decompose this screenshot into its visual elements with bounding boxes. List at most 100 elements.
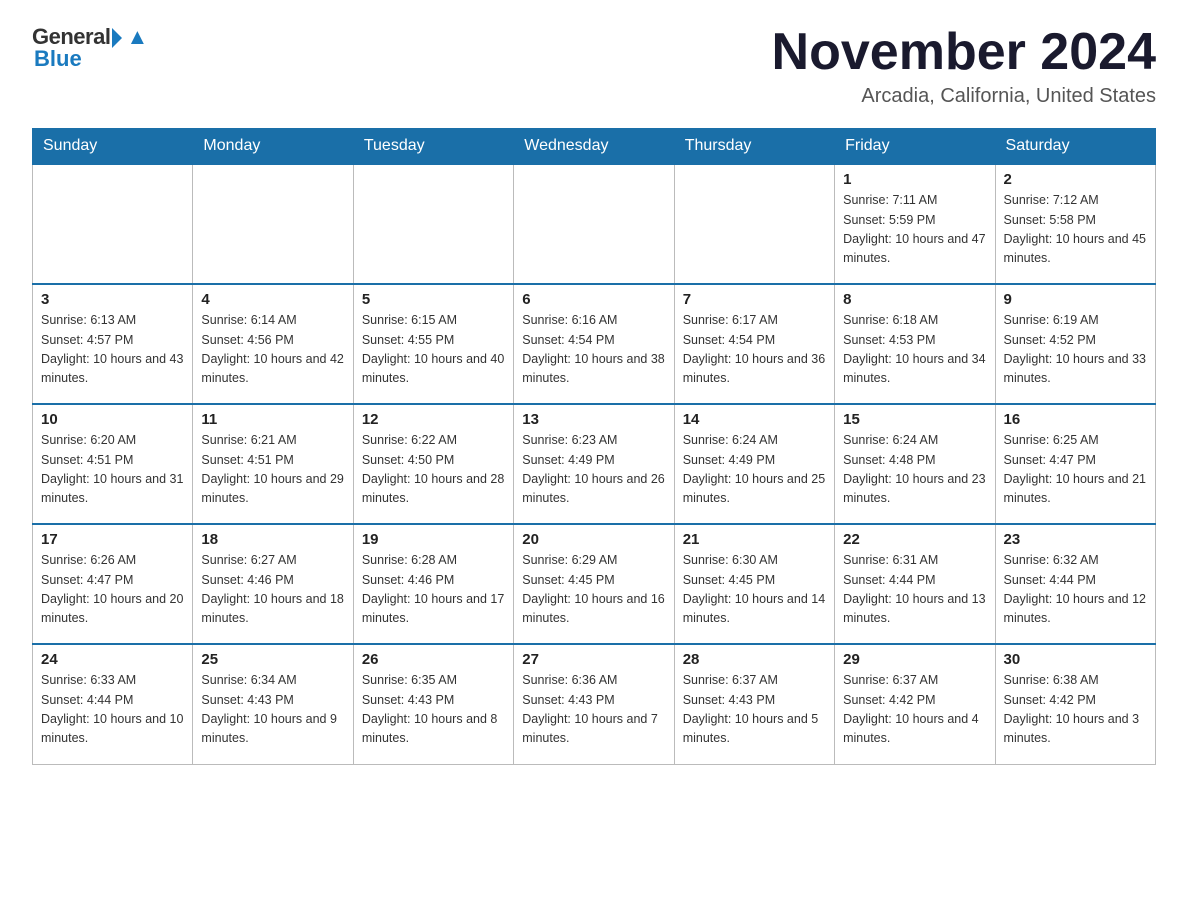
day-info: Sunrise: 6:31 AMSunset: 4:44 PMDaylight:… bbox=[843, 551, 986, 629]
calendar-cell: 7Sunrise: 6:17 AMSunset: 4:54 PMDaylight… bbox=[674, 284, 834, 404]
day-info: Sunrise: 6:19 AMSunset: 4:52 PMDaylight:… bbox=[1004, 311, 1147, 389]
day-info: Sunrise: 6:36 AMSunset: 4:43 PMDaylight:… bbox=[522, 671, 665, 749]
weekday-header-monday: Monday bbox=[193, 129, 353, 165]
day-info: Sunrise: 6:16 AMSunset: 4:54 PMDaylight:… bbox=[522, 311, 665, 389]
day-info: Sunrise: 6:23 AMSunset: 4:49 PMDaylight:… bbox=[522, 431, 665, 509]
month-title: November 2024 bbox=[772, 24, 1156, 81]
day-number: 24 bbox=[41, 651, 184, 668]
day-number: 2 bbox=[1004, 171, 1147, 188]
weekday-header-friday: Friday bbox=[835, 129, 995, 165]
day-number: 30 bbox=[1004, 651, 1147, 668]
day-info: Sunrise: 6:28 AMSunset: 4:46 PMDaylight:… bbox=[362, 551, 505, 629]
calendar-cell bbox=[514, 164, 674, 284]
logo-arrow-icon bbox=[112, 28, 122, 48]
calendar-week-row: 24Sunrise: 6:33 AMSunset: 4:44 PMDayligh… bbox=[33, 644, 1156, 764]
calendar-cell bbox=[353, 164, 513, 284]
day-info: Sunrise: 7:11 AMSunset: 5:59 PMDaylight:… bbox=[843, 191, 986, 269]
calendar-cell: 8 Sunrise: 6:18 AMSunset: 4:53 PMDaylight… bbox=[835, 284, 995, 404]
day-info: Sunrise: 6:38 AMSunset: 4:42 PMDaylight:… bbox=[1004, 671, 1147, 749]
day-info: Sunrise: 6:14 AMSunset: 4:56 PMDaylight:… bbox=[201, 311, 344, 389]
day-number: 18 bbox=[201, 531, 344, 548]
day-number: 17 bbox=[41, 531, 184, 548]
day-info: Sunrise: 6:27 AMSunset: 4:46 PMDaylight:… bbox=[201, 551, 344, 629]
calendar-cell: 4Sunrise: 6:14 AMSunset: 4:56 PMDaylight… bbox=[193, 284, 353, 404]
calendar-cell: 24Sunrise: 6:33 AMSunset: 4:44 PMDayligh… bbox=[33, 644, 193, 764]
day-info: Sunrise: 6:24 AMSunset: 4:48 PMDaylight:… bbox=[843, 431, 986, 509]
calendar-cell: 20 Sunrise: 6:29 AMSunset: 4:45 PMDayligh… bbox=[514, 524, 674, 644]
day-number: 6 bbox=[522, 291, 665, 308]
day-number: 7 bbox=[683, 291, 826, 308]
day-info: Sunrise: 6:30 AMSunset: 4:45 PMDaylight:… bbox=[683, 551, 826, 629]
page-header: General ▲ Blue November 2024 Arcadia, Ca… bbox=[32, 24, 1156, 108]
calendar-week-row: 17 Sunrise: 6:26 AMSunset: 4:47 PMDayligh… bbox=[33, 524, 1156, 644]
calendar-cell: 6 Sunrise: 6:16 AMSunset: 4:54 PMDaylight… bbox=[514, 284, 674, 404]
day-info: Sunrise: 6:15 AMSunset: 4:55 PMDaylight:… bbox=[362, 311, 505, 389]
calendar-cell: 22 Sunrise: 6:31 AMSunset: 4:44 PMDayligh… bbox=[835, 524, 995, 644]
day-number: 12 bbox=[362, 411, 505, 428]
calendar-cell: 26 Sunrise: 6:35 AMSunset: 4:43 PMDayligh… bbox=[353, 644, 513, 764]
day-info: Sunrise: 6:25 AMSunset: 4:47 PMDaylight:… bbox=[1004, 431, 1147, 509]
day-info: Sunrise: 6:32 AMSunset: 4:44 PMDaylight:… bbox=[1004, 551, 1147, 629]
weekday-header-tuesday: Tuesday bbox=[353, 129, 513, 165]
day-number: 16 bbox=[1004, 411, 1147, 428]
weekday-header-row: SundayMondayTuesdayWednesdayThursdayFrid… bbox=[33, 129, 1156, 165]
location-subtitle: Arcadia, California, United States bbox=[772, 85, 1156, 108]
calendar-cell: 16 Sunrise: 6:25 AMSunset: 4:47 PMDayligh… bbox=[995, 404, 1155, 524]
day-number: 13 bbox=[522, 411, 665, 428]
day-number: 25 bbox=[201, 651, 344, 668]
logo: General ▲ Blue bbox=[32, 24, 148, 72]
calendar-cell: 23Sunrise: 6:32 AMSunset: 4:44 PMDayligh… bbox=[995, 524, 1155, 644]
day-number: 28 bbox=[683, 651, 826, 668]
day-info: Sunrise: 6:24 AMSunset: 4:49 PMDaylight:… bbox=[683, 431, 826, 509]
calendar-cell: 11 Sunrise: 6:21 AMSunset: 4:51 PMDayligh… bbox=[193, 404, 353, 524]
calendar-cell: 29Sunrise: 6:37 AMSunset: 4:42 PMDayligh… bbox=[835, 644, 995, 764]
day-number: 21 bbox=[683, 531, 826, 548]
day-info: Sunrise: 6:35 AMSunset: 4:43 PMDaylight:… bbox=[362, 671, 505, 749]
day-number: 3 bbox=[41, 291, 184, 308]
day-number: 11 bbox=[201, 411, 344, 428]
day-info: Sunrise: 6:22 AMSunset: 4:50 PMDaylight:… bbox=[362, 431, 505, 509]
calendar-cell: 25 Sunrise: 6:34 AMSunset: 4:43 PMDayligh… bbox=[193, 644, 353, 764]
day-info: Sunrise: 6:18 AMSunset: 4:53 PMDaylight:… bbox=[843, 311, 986, 389]
day-info: Sunrise: 6:29 AMSunset: 4:45 PMDaylight:… bbox=[522, 551, 665, 629]
day-info: Sunrise: 6:37 AMSunset: 4:43 PMDaylight:… bbox=[683, 671, 826, 749]
day-number: 1 bbox=[843, 171, 986, 188]
calendar-week-row: 3 Sunrise: 6:13 AMSunset: 4:57 PMDaylight… bbox=[33, 284, 1156, 404]
calendar-table: SundayMondayTuesdayWednesdayThursdayFrid… bbox=[32, 128, 1156, 765]
day-info: Sunrise: 6:13 AMSunset: 4:57 PMDaylight:… bbox=[41, 311, 184, 389]
day-number: 10 bbox=[41, 411, 184, 428]
weekday-header-wednesday: Wednesday bbox=[514, 129, 674, 165]
calendar-cell: 5Sunrise: 6:15 AMSunset: 4:55 PMDaylight… bbox=[353, 284, 513, 404]
calendar-cell: 13 Sunrise: 6:23 AMSunset: 4:49 PMDayligh… bbox=[514, 404, 674, 524]
title-block: November 2024 Arcadia, California, Unite… bbox=[772, 24, 1156, 108]
calendar-cell: 21 Sunrise: 6:30 AMSunset: 4:45 PMDayligh… bbox=[674, 524, 834, 644]
weekday-header-sunday: Sunday bbox=[33, 129, 193, 165]
day-number: 22 bbox=[843, 531, 986, 548]
calendar-cell: 18 Sunrise: 6:27 AMSunset: 4:46 PMDayligh… bbox=[193, 524, 353, 644]
logo-text-blue-top: ▲ bbox=[126, 24, 147, 50]
calendar-cell bbox=[33, 164, 193, 284]
calendar-cell: 15Sunrise: 6:24 AMSunset: 4:48 PMDayligh… bbox=[835, 404, 995, 524]
day-number: 8 bbox=[843, 291, 986, 308]
day-number: 26 bbox=[362, 651, 505, 668]
day-info: Sunrise: 6:20 AMSunset: 4:51 PMDaylight:… bbox=[41, 431, 184, 509]
day-info: Sunrise: 6:26 AMSunset: 4:47 PMDaylight:… bbox=[41, 551, 184, 629]
day-info: Sunrise: 6:21 AMSunset: 4:51 PMDaylight:… bbox=[201, 431, 344, 509]
day-info: Sunrise: 6:34 AMSunset: 4:43 PMDaylight:… bbox=[201, 671, 344, 749]
logo-text-blue-bottom: Blue bbox=[32, 46, 82, 72]
calendar-cell: 17 Sunrise: 6:26 AMSunset: 4:47 PMDayligh… bbox=[33, 524, 193, 644]
day-info: Sunrise: 7:12 AMSunset: 5:58 PMDaylight:… bbox=[1004, 191, 1147, 269]
calendar-week-row: 1 Sunrise: 7:11 AMSunset: 5:59 PMDaylight… bbox=[33, 164, 1156, 284]
calendar-cell bbox=[193, 164, 353, 284]
calendar-cell: 30 Sunrise: 6:38 AMSunset: 4:42 PMDayligh… bbox=[995, 644, 1155, 764]
day-info: Sunrise: 6:37 AMSunset: 4:42 PMDaylight:… bbox=[843, 671, 986, 749]
calendar-cell: 10 Sunrise: 6:20 AMSunset: 4:51 PMDayligh… bbox=[33, 404, 193, 524]
day-number: 27 bbox=[522, 651, 665, 668]
day-number: 20 bbox=[522, 531, 665, 548]
calendar-cell: 12 Sunrise: 6:22 AMSunset: 4:50 PMDayligh… bbox=[353, 404, 513, 524]
calendar-week-row: 10 Sunrise: 6:20 AMSunset: 4:51 PMDayligh… bbox=[33, 404, 1156, 524]
calendar-cell: 9 Sunrise: 6:19 AMSunset: 4:52 PMDaylight… bbox=[995, 284, 1155, 404]
day-number: 9 bbox=[1004, 291, 1147, 308]
day-number: 14 bbox=[683, 411, 826, 428]
calendar-cell: 19Sunrise: 6:28 AMSunset: 4:46 PMDayligh… bbox=[353, 524, 513, 644]
